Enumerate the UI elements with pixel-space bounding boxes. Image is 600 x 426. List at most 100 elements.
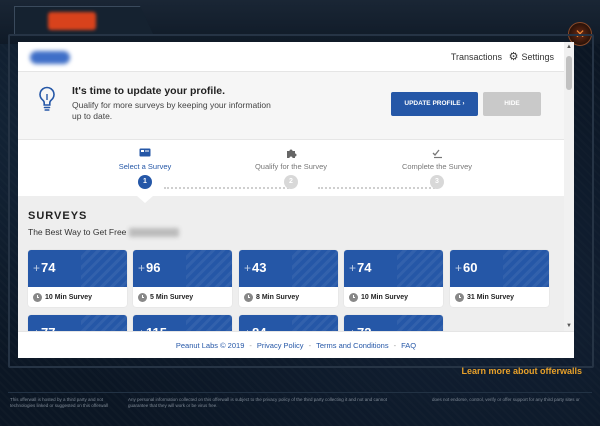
survey-duration: 5 Min Survey <box>150 293 194 301</box>
survey-card-icon <box>90 148 200 160</box>
offerwall-window: Transactions ⚙ Settings It's time to upd… <box>18 42 574 358</box>
survey-duration: 8 Min Survey <box>256 293 300 301</box>
step-qualify: Qualify for the Survey 2 <box>236 148 346 189</box>
survey-card-reward: +96 <box>133 250 232 287</box>
survey-card-footer: 5 Min Survey <box>133 287 232 307</box>
survey-card[interactable]: +43 8 Min Survey <box>239 250 338 307</box>
step-label: Select a Survey <box>118 162 172 171</box>
survey-card-footer: 10 Min Survey <box>344 287 443 307</box>
survey-card-reward: +43 <box>239 250 338 287</box>
survey-card-footer: 31 Min Survey <box>450 287 549 307</box>
plus-icon: + <box>33 261 41 275</box>
lightbulb-icon <box>39 86 55 111</box>
disclaimer-text: This offerwall is hosted by a third part… <box>10 397 108 408</box>
offerwall-footer: Peanut Labs © 2019 - Privacy Policy - Te… <box>18 331 574 358</box>
privacy-policy-link[interactable]: Privacy Policy <box>257 341 304 350</box>
game-tab-badge <box>48 12 96 30</box>
survey-card-reward: +60 <box>450 250 549 287</box>
survey-duration: 31 Min Survey <box>467 293 515 301</box>
footer-separator: - <box>249 340 252 350</box>
reward-amount: 43 <box>252 260 267 275</box>
checklist-icon <box>382 148 492 160</box>
user-balance-badge <box>30 51 70 64</box>
step-number: 3 <box>430 175 444 189</box>
survey-card[interactable]: +74 10 Min Survey <box>344 250 443 307</box>
clock-icon <box>455 292 464 302</box>
survey-reward-value: +96 <box>138 260 160 275</box>
offerwall-header: Transactions ⚙ Settings <box>18 42 564 72</box>
survey-card-footer: 8 Min Survey <box>239 287 338 307</box>
scroll-down-arrow-icon[interactable]: ▼ <box>566 323 572 329</box>
survey-reward-value: +60 <box>455 260 477 275</box>
steps-progress: Select a Survey 1 Qualify for the Survey… <box>18 140 564 196</box>
learn-more-offerwalls-link[interactable]: Learn more about offerwalls <box>461 366 582 376</box>
gear-icon: ⚙ <box>508 50 519 63</box>
banner-subtitle: Qualify for more surveys by keeping your… <box>72 100 271 121</box>
survey-grid: +74 10 Min Survey +96 5 Min Survey +43 8 Min … <box>28 250 556 331</box>
survey-card-reward: +77 <box>28 315 127 331</box>
plus-icon: + <box>349 261 357 275</box>
scrollbar[interactable]: ▲ ▼ <box>564 42 574 331</box>
survey-card-reward: +72 <box>344 315 443 331</box>
reward-amount: 60 <box>463 260 478 275</box>
step-complete: Complete the Survey 3 <box>382 148 492 189</box>
footer-separator: - <box>308 340 312 350</box>
step-number: 1 <box>138 175 152 189</box>
survey-card[interactable]: +60 31 Min Survey <box>450 250 549 307</box>
survey-card[interactable]: +96 5 Min Survey <box>133 250 232 307</box>
step-number: 2 <box>284 175 298 189</box>
footer-separator: - <box>393 340 397 350</box>
reward-amount: 74 <box>357 260 372 275</box>
update-profile-button[interactable]: UPDATE PROFILE › <box>391 92 478 116</box>
plus-icon: + <box>244 261 252 275</box>
hide-button[interactable]: HIDE <box>483 92 541 116</box>
faq-link[interactable]: FAQ <box>401 341 416 350</box>
survey-reward-value: +74 <box>349 260 371 275</box>
disclaimer-text: Any personal information collected on th… <box>128 397 388 408</box>
settings-label: Settings <box>521 52 554 62</box>
clock-icon <box>349 292 358 302</box>
survey-card[interactable]: +115 <box>133 315 232 331</box>
survey-card[interactable]: +77 <box>28 315 127 331</box>
reward-amount: 74 <box>41 260 56 275</box>
step-pointer <box>137 196 153 203</box>
plus-icon: + <box>455 261 463 275</box>
terms-link[interactable]: Terms and Conditions <box>316 341 389 350</box>
step-label: Qualify for the Survey <box>254 162 328 171</box>
copyright-text: Peanut Labs © 2019 <box>175 340 245 350</box>
offerwall-content[interactable]: It's time to update your profile. Qualif… <box>18 72 564 331</box>
survey-duration: 10 Min Survey <box>45 293 93 301</box>
survey-card-reward: +74 <box>28 250 127 287</box>
surveys-subtitle: The Best Way to Get Free <box>28 227 180 238</box>
survey-card-reward: +115 <box>133 315 232 331</box>
scrollbar-thumb[interactable] <box>566 56 572 90</box>
profile-update-banner: It's time to update your profile. Qualif… <box>18 72 564 140</box>
survey-card[interactable]: +72 <box>344 315 443 331</box>
step-select-survey: Select a Survey 1 <box>90 148 200 189</box>
transactions-link[interactable]: Transactions <box>451 52 502 62</box>
surveys-section: SURVEYS The Best Way to Get Free +74 10 M… <box>18 196 564 331</box>
currency-name-redacted <box>129 228 180 238</box>
reward-amount: 96 <box>146 260 161 275</box>
survey-reward-value: +74 <box>33 260 55 275</box>
surveys-subtitle-text: The Best Way to Get Free <box>28 227 127 237</box>
survey-reward-value: +43 <box>244 260 266 275</box>
clock-icon <box>138 292 147 302</box>
survey-duration: 10 Min Survey <box>361 293 409 301</box>
scroll-up-arrow-icon[interactable]: ▲ <box>566 44 572 50</box>
survey-card[interactable]: +84 <box>239 315 338 331</box>
banner-title: It's time to update your profile. <box>72 85 226 97</box>
disclaimer-text: does not endorse, control, verify or off… <box>432 397 580 402</box>
clock-icon <box>244 292 253 302</box>
settings-link[interactable]: ⚙ Settings <box>508 50 554 63</box>
survey-card-reward: +84 <box>239 315 338 331</box>
divider <box>8 392 592 393</box>
puzzle-icon <box>236 148 346 160</box>
survey-card-reward: +74 <box>344 250 443 287</box>
step-label: Complete the Survey <box>401 162 473 171</box>
surveys-title: SURVEYS <box>28 210 88 222</box>
survey-card[interactable]: +74 10 Min Survey <box>28 250 127 307</box>
plus-icon: + <box>138 261 146 275</box>
clock-icon <box>33 292 42 302</box>
survey-card-footer: 10 Min Survey <box>28 287 127 307</box>
